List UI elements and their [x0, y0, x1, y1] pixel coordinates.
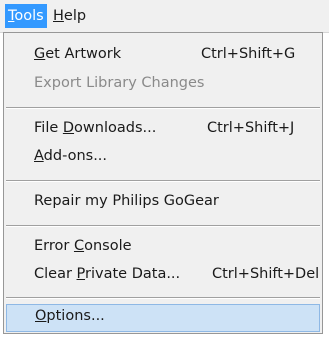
file-downloads-rest: ownloads...	[74, 120, 157, 136]
menu-item-options[interactable]: Options...	[6, 304, 320, 332]
menu-item-get-artwork-label: Get Artwork	[34, 46, 121, 62]
menu-separator-highlight	[6, 226, 320, 227]
menu-item-file-downloads-label: File Downloads...	[34, 120, 156, 136]
menubar-tools[interactable]: Tools	[5, 4, 47, 28]
menu-item-export-library-changes[interactable]: Export Library Changes	[5, 71, 321, 98]
menu-separator-highlight	[6, 181, 320, 182]
menu-bar: Tools Help	[0, 0, 329, 33]
menubar-help-rest: elp	[63, 8, 87, 24]
menubar-help[interactable]: Help	[50, 4, 89, 28]
error-console-prefix: Error	[34, 238, 74, 254]
options-rest: ptions...	[46, 308, 105, 324]
add-ons-accel: A	[34, 148, 44, 164]
menu-item-clear-private-data-label: Clear Private Data...	[34, 266, 180, 282]
options-accel: O	[35, 308, 47, 324]
tools-dropdown-menu: Get Artwork Ctrl+Shift+G Export Library …	[3, 32, 323, 334]
clear-private-accel: P	[76, 266, 86, 282]
error-console-rest: onsole	[84, 238, 132, 254]
clear-private-prefix: Clear	[34, 266, 77, 282]
menu-item-file-downloads[interactable]: File Downloads... Ctrl+Shift+J	[5, 116, 321, 143]
error-console-accel: C	[73, 238, 85, 254]
menubar-tools-rest: ools	[14, 8, 44, 24]
menu-item-repair-gogear[interactable]: Repair my Philips GoGear	[5, 189, 321, 216]
menu-item-get-artwork[interactable]: Get Artwork Ctrl+Shift+G	[5, 42, 321, 69]
menu-item-get-artwork-shortcut: Ctrl+Shift+G	[201, 46, 296, 62]
menu-separator-highlight	[6, 108, 320, 109]
menu-separator-highlight	[6, 298, 320, 299]
menu-item-add-ons[interactable]: Add-ons...	[5, 144, 321, 171]
add-ons-rest: dd-ons...	[43, 148, 108, 164]
menu-item-error-console[interactable]: Error Console	[5, 234, 321, 261]
file-downloads-accel: D	[62, 120, 75, 136]
menu-item-file-downloads-shortcut: Ctrl+Shift+J	[207, 120, 295, 136]
menu-item-add-ons-label: Add-ons...	[34, 148, 107, 164]
file-downloads-prefix: File	[34, 120, 63, 136]
screen: Tools Help Get Artwork Ctrl+Shift+G Expo…	[0, 0, 329, 337]
get-artwork-rest: et Artwork	[45, 46, 122, 62]
menubar-help-accel: H	[53, 8, 64, 24]
menu-item-repair-gogear-label: Repair my Philips GoGear	[34, 193, 219, 209]
clear-private-rest: rivate Data...	[85, 266, 181, 282]
menu-item-clear-private-data[interactable]: Clear Private Data... Ctrl+Shift+Del	[5, 262, 321, 289]
menu-item-error-console-label: Error Console	[34, 238, 132, 254]
menu-item-options-label: Options...	[35, 308, 105, 324]
menu-item-export-library-changes-label: Export Library Changes	[34, 75, 205, 91]
menu-item-clear-private-data-shortcut: Ctrl+Shift+Del	[212, 266, 320, 282]
get-artwork-accel: G	[34, 46, 46, 62]
